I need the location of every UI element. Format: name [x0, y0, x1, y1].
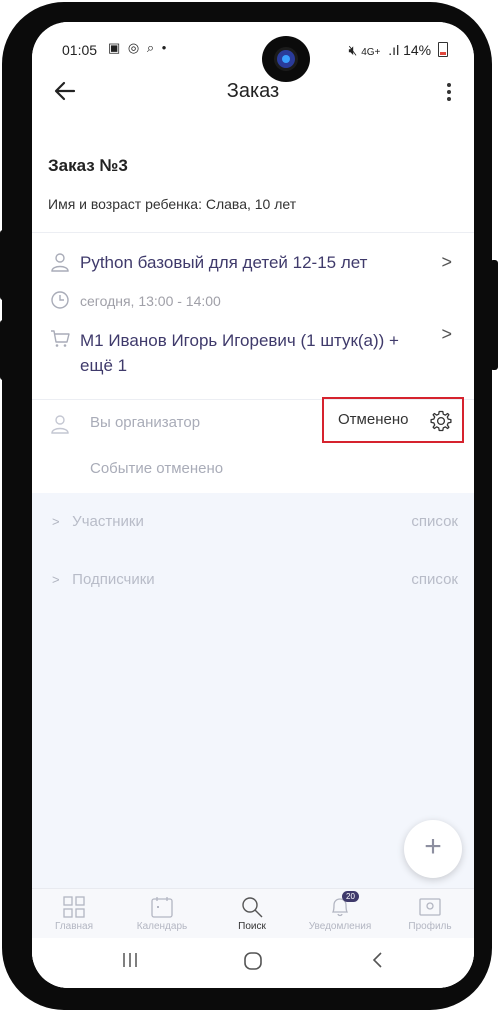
nav-label: Профиль — [408, 921, 452, 932]
mute-icon: 🔇︎ — [348, 42, 358, 58]
nav-label: Уведомления — [308, 921, 372, 932]
profile-icon — [419, 898, 441, 916]
notification-badge: 20 — [342, 891, 359, 902]
clock-icon — [51, 291, 69, 309]
person-icon — [51, 253, 69, 272]
front-camera — [262, 36, 310, 82]
side-button-right — [490, 260, 498, 370]
more-options-icon[interactable] — [446, 80, 452, 104]
home-icon[interactable] — [242, 950, 264, 978]
app-header: Заказ — [32, 72, 474, 118]
participants-label: Участники — [72, 513, 144, 530]
cart-items-link[interactable]: М1 Иванов Игорь Игоревич (1 штук(а)) + е… — [80, 328, 420, 378]
side-button-left-2 — [0, 320, 8, 380]
search-icon — [242, 897, 263, 918]
subscribers-label: Подписчики — [72, 571, 155, 588]
nav-label: Главная — [54, 921, 94, 932]
subscribers-toggle[interactable]: > Подписчики — [52, 571, 155, 588]
status-time: 01:05 — [62, 42, 98, 58]
nav-notifications[interactable]: 20 Уведомления — [300, 891, 380, 932]
participants-toggle[interactable]: > Участники — [52, 513, 144, 530]
battery-icon — [438, 42, 448, 57]
signal-icon: .ıl — [388, 42, 400, 58]
plus-icon: + — [424, 830, 442, 863]
status-bar: 01:05 ▣ ◎ ⌕ • 🔇︎ 4G+ .ıl 14% — [32, 22, 474, 72]
subscribers-list-link[interactable]: список — [411, 571, 458, 588]
nav-label: Календарь — [136, 921, 188, 932]
organizer-label: Вы организатор — [90, 414, 201, 431]
page-title: Заказ — [226, 80, 280, 102]
cancelled-status-button[interactable]: Отменено — [322, 397, 464, 443]
calendar-icon — [151, 897, 173, 918]
nav-profile[interactable]: Профиль — [390, 895, 470, 932]
battery-percent: 14% — [403, 42, 432, 58]
side-button-left-1 — [0, 230, 8, 300]
chevron-right-icon[interactable]: > — [441, 252, 452, 273]
add-button[interactable]: + — [404, 820, 462, 878]
home-grid-icon — [63, 896, 85, 918]
status-right: 🔇︎ 4G+ .ıl 14% — [348, 42, 448, 59]
screen: 01:05 ▣ ◎ ⌕ • 🔇︎ 4G+ .ıl 14% Заказ Заказ… — [32, 22, 474, 988]
status-text: Отменено — [338, 411, 409, 428]
nav-search[interactable]: Поиск — [212, 895, 292, 932]
nav-calendar[interactable]: Календарь — [122, 895, 202, 932]
gear-icon[interactable] — [429, 409, 453, 433]
course-link[interactable]: Python базовый для детей 12-15 лет — [80, 253, 367, 273]
phone-frame: 01:05 ▣ ◎ ⌕ • 🔇︎ 4G+ .ıl 14% Заказ Заказ… — [0, 0, 500, 1016]
system-navigation-bar — [32, 938, 474, 988]
network-label: 4G+ — [361, 47, 381, 58]
order-title: Заказ №3 — [48, 156, 128, 175]
event-time: сегодня, 13:00 - 14:00 — [80, 293, 221, 309]
chevron-right-icon: > — [52, 572, 60, 587]
back-icon[interactable] — [368, 950, 388, 976]
recent-apps-icon[interactable] — [120, 950, 140, 976]
divider — [32, 232, 474, 233]
nav-label: Поиск — [238, 921, 266, 932]
organizer-person-icon — [51, 415, 69, 434]
status-notification-icons: ▣ ◎ ⌕ • — [108, 40, 169, 55]
bottom-navigation: Главная Календарь Поиск 20 Уведомления П… — [32, 888, 474, 939]
chevron-right-icon[interactable]: > — [441, 324, 452, 345]
child-info: Имя и возраст ребенка: Слава, 10 лет — [48, 196, 297, 212]
participants-list-link[interactable]: список — [411, 513, 458, 530]
cart-icon — [51, 330, 70, 347]
nav-home[interactable]: Главная — [34, 895, 114, 932]
chevron-right-icon: > — [52, 514, 60, 529]
event-cancelled-text: Событие отменено — [90, 460, 224, 477]
